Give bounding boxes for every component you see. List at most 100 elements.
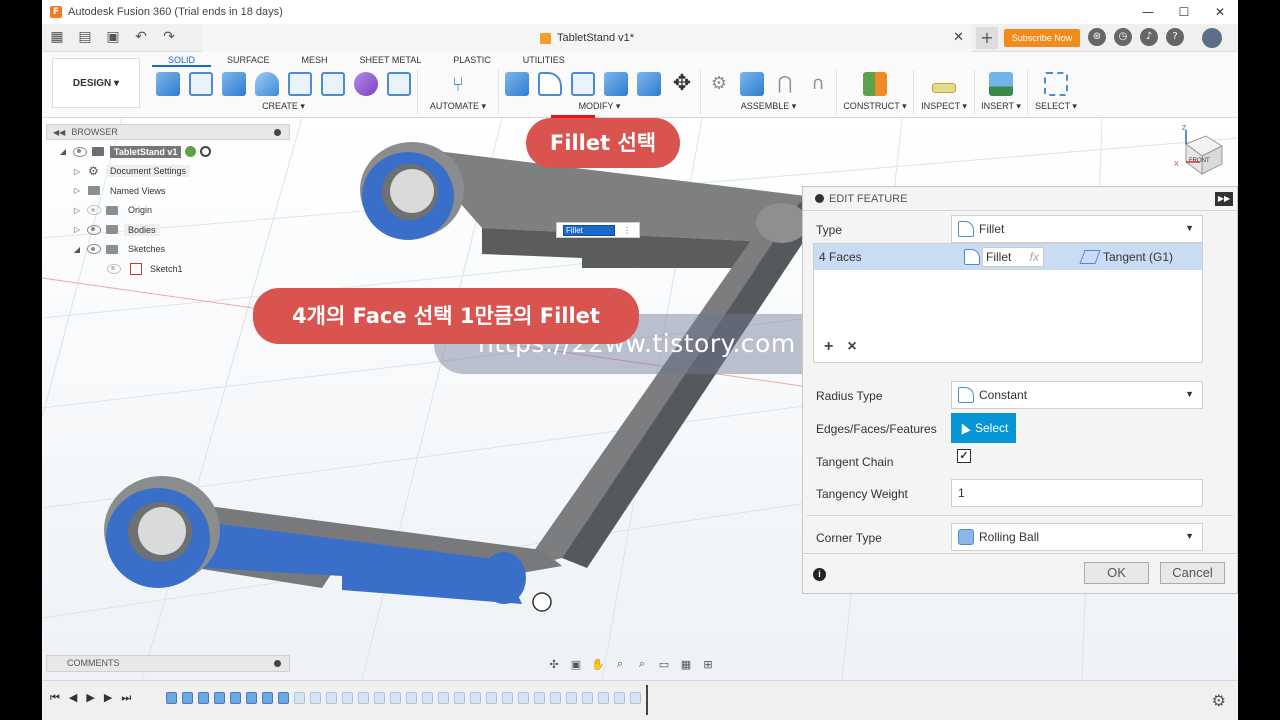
tree-item-named-views[interactable]: ▷ Named Views bbox=[46, 181, 290, 201]
browser-pin-icon[interactable] bbox=[274, 128, 281, 136]
type-dropdown[interactable]: Fillet ▼ bbox=[951, 215, 1203, 243]
timeline-feature[interactable] bbox=[518, 692, 529, 704]
timeline-feature[interactable] bbox=[214, 692, 225, 704]
fillet-value-input[interactable]: Fillet bbox=[563, 224, 615, 236]
workspace-switcher-button[interactable]: DESIGN ▾ bbox=[52, 58, 140, 108]
expand-arrow-icon[interactable]: ◢ bbox=[58, 147, 68, 156]
timeline-feature[interactable] bbox=[198, 692, 209, 704]
tangency-weight-input[interactable]: 1 bbox=[951, 479, 1203, 507]
close-window-button[interactable]: ✕ bbox=[1202, 0, 1238, 24]
insert-image-icon[interactable] bbox=[989, 72, 1013, 96]
panel-collapse-icon[interactable] bbox=[815, 194, 824, 203]
press-pull-icon[interactable] bbox=[505, 72, 529, 96]
file-menu-icon[interactable]: ▤ bbox=[76, 28, 94, 46]
timeline-feature[interactable] bbox=[598, 692, 609, 704]
save-icon[interactable]: ▣ bbox=[104, 28, 122, 46]
step-back-icon[interactable]: ◀ bbox=[69, 691, 77, 705]
expand-arrow-icon[interactable]: ▷ bbox=[72, 167, 82, 176]
automate-icon[interactable]: ⑂ bbox=[446, 72, 470, 96]
extrude-icon[interactable] bbox=[222, 72, 246, 96]
offset-plane-icon[interactable] bbox=[863, 72, 887, 96]
viewports-icon[interactable]: ⊞ bbox=[700, 658, 716, 671]
timeline-feature[interactable] bbox=[550, 692, 561, 704]
3d-viewport[interactable]: ◀◀ BROWSER ◢ TabletStand v1 ▷ ⚙ Document… bbox=[42, 118, 1238, 680]
timeline-feature[interactable] bbox=[582, 692, 593, 704]
insert-group-label[interactable]: INSERT ▾ bbox=[981, 101, 1021, 112]
add-selection-icon[interactable]: + bbox=[824, 338, 833, 356]
form-icon[interactable] bbox=[354, 72, 378, 96]
remove-selection-icon[interactable]: × bbox=[847, 338, 856, 356]
play-icon[interactable]: ▶ bbox=[86, 691, 94, 705]
timeline-feature[interactable] bbox=[358, 692, 369, 704]
minimize-button[interactable]: — bbox=[1130, 0, 1166, 24]
joint-icon[interactable]: ⋂ bbox=[773, 72, 797, 96]
timeline-feature[interactable] bbox=[310, 692, 321, 704]
timeline-feature[interactable] bbox=[182, 692, 193, 704]
tab-solid[interactable]: SOLID bbox=[152, 53, 212, 67]
tab-sheet-metal[interactable]: SHEET METAL bbox=[344, 53, 438, 67]
select-window-icon[interactable] bbox=[1044, 72, 1068, 96]
fit-icon[interactable]: ⌕ bbox=[634, 657, 650, 671]
create-sketch-icon[interactable] bbox=[189, 72, 213, 96]
more-options-icon[interactable]: ⋮ bbox=[623, 226, 631, 235]
timeline-feature[interactable] bbox=[166, 692, 177, 704]
new-component-assemble-icon[interactable]: ⚙ bbox=[707, 72, 731, 96]
fx-icon[interactable]: fx bbox=[1030, 248, 1039, 266]
visibility-eye-icon[interactable] bbox=[87, 224, 101, 235]
revolve-icon[interactable] bbox=[255, 72, 279, 96]
comments-pin-icon[interactable] bbox=[274, 660, 281, 667]
fillet-icon[interactable] bbox=[538, 72, 562, 96]
combine-icon[interactable] bbox=[637, 72, 661, 96]
grid-settings-icon[interactable]: ▦ bbox=[678, 658, 694, 671]
orbit-icon[interactable]: ✣ bbox=[546, 658, 562, 671]
notifications-icon[interactable]: ♪ bbox=[1140, 28, 1158, 46]
timeline-feature[interactable] bbox=[374, 692, 385, 704]
pattern-icon[interactable] bbox=[321, 72, 345, 96]
expand-panel-icon[interactable]: ▶▶ bbox=[1215, 191, 1233, 206]
select-edges-button[interactable]: Select bbox=[951, 413, 1016, 443]
close-tab-icon[interactable]: ✕ bbox=[953, 30, 964, 45]
timeline-feature[interactable] bbox=[614, 692, 625, 704]
continuity-cell[interactable]: Tangent (G1) bbox=[1079, 250, 1173, 264]
info-icon[interactable]: i bbox=[813, 568, 826, 581]
timeline-feature[interactable] bbox=[230, 692, 241, 704]
tree-item-root[interactable]: ◢ TabletStand v1 bbox=[46, 142, 290, 162]
modify-group-label[interactable]: MODIFY ▾ bbox=[579, 101, 621, 112]
display-settings-icon[interactable]: ▭ bbox=[656, 658, 672, 671]
radius-type-dropdown[interactable]: Constant ▼ bbox=[951, 381, 1203, 409]
visibility-eye-icon[interactable] bbox=[87, 205, 101, 216]
move-copy-icon[interactable]: ✥ bbox=[670, 72, 694, 96]
timeline-feature[interactable] bbox=[262, 692, 273, 704]
job-status-icon[interactable]: ◷ bbox=[1114, 28, 1132, 46]
avatar[interactable] bbox=[1202, 28, 1222, 48]
expand-arrow-icon[interactable]: ▷ bbox=[72, 186, 82, 195]
as-built-joint-icon[interactable]: ∩ bbox=[806, 72, 830, 96]
timeline-feature[interactable] bbox=[566, 692, 577, 704]
timeline-feature[interactable] bbox=[342, 692, 353, 704]
maximize-button[interactable]: ☐ bbox=[1166, 0, 1202, 24]
timeline-feature[interactable] bbox=[502, 692, 513, 704]
expand-arrow-icon[interactable]: ◢ bbox=[72, 245, 82, 254]
tab-surface[interactable]: SURFACE bbox=[211, 53, 286, 67]
help-icon[interactable]: ? bbox=[1166, 28, 1184, 46]
corner-type-dropdown[interactable]: Rolling Ball ▼ bbox=[951, 523, 1203, 551]
tree-item-sketch1[interactable]: Sketch1 bbox=[46, 259, 290, 279]
ok-button[interactable]: OK bbox=[1084, 562, 1149, 584]
pan-icon[interactable]: ✋ bbox=[590, 658, 606, 671]
timeline-feature[interactable] bbox=[294, 692, 305, 704]
tangent-chain-checkbox[interactable]: ✓ bbox=[957, 449, 971, 463]
timeline-feature[interactable] bbox=[470, 692, 481, 704]
timeline-feature[interactable] bbox=[438, 692, 449, 704]
comments-panel[interactable]: COMMENTS bbox=[46, 655, 290, 672]
activation-icon[interactable] bbox=[185, 146, 197, 158]
fillet-value-tag[interactable]: Fillet ⋮ bbox=[556, 222, 640, 238]
go-to-start-icon[interactable]: ⏮ bbox=[50, 691, 60, 705]
create-group-label[interactable]: CREATE ▾ bbox=[262, 101, 305, 112]
expand-arrow-icon[interactable]: ▷ bbox=[72, 225, 82, 234]
tree-item-document-settings[interactable]: ▷ ⚙ Document Settings bbox=[46, 162, 290, 182]
browser-header[interactable]: ◀◀ BROWSER bbox=[46, 124, 290, 140]
step-forward-icon[interactable]: ▶ bbox=[104, 691, 112, 705]
tab-utilities[interactable]: UTILITIES bbox=[507, 53, 581, 67]
timeline-marker[interactable] bbox=[646, 685, 648, 715]
subscribe-now-button[interactable]: Subscribe Now bbox=[1004, 29, 1080, 47]
